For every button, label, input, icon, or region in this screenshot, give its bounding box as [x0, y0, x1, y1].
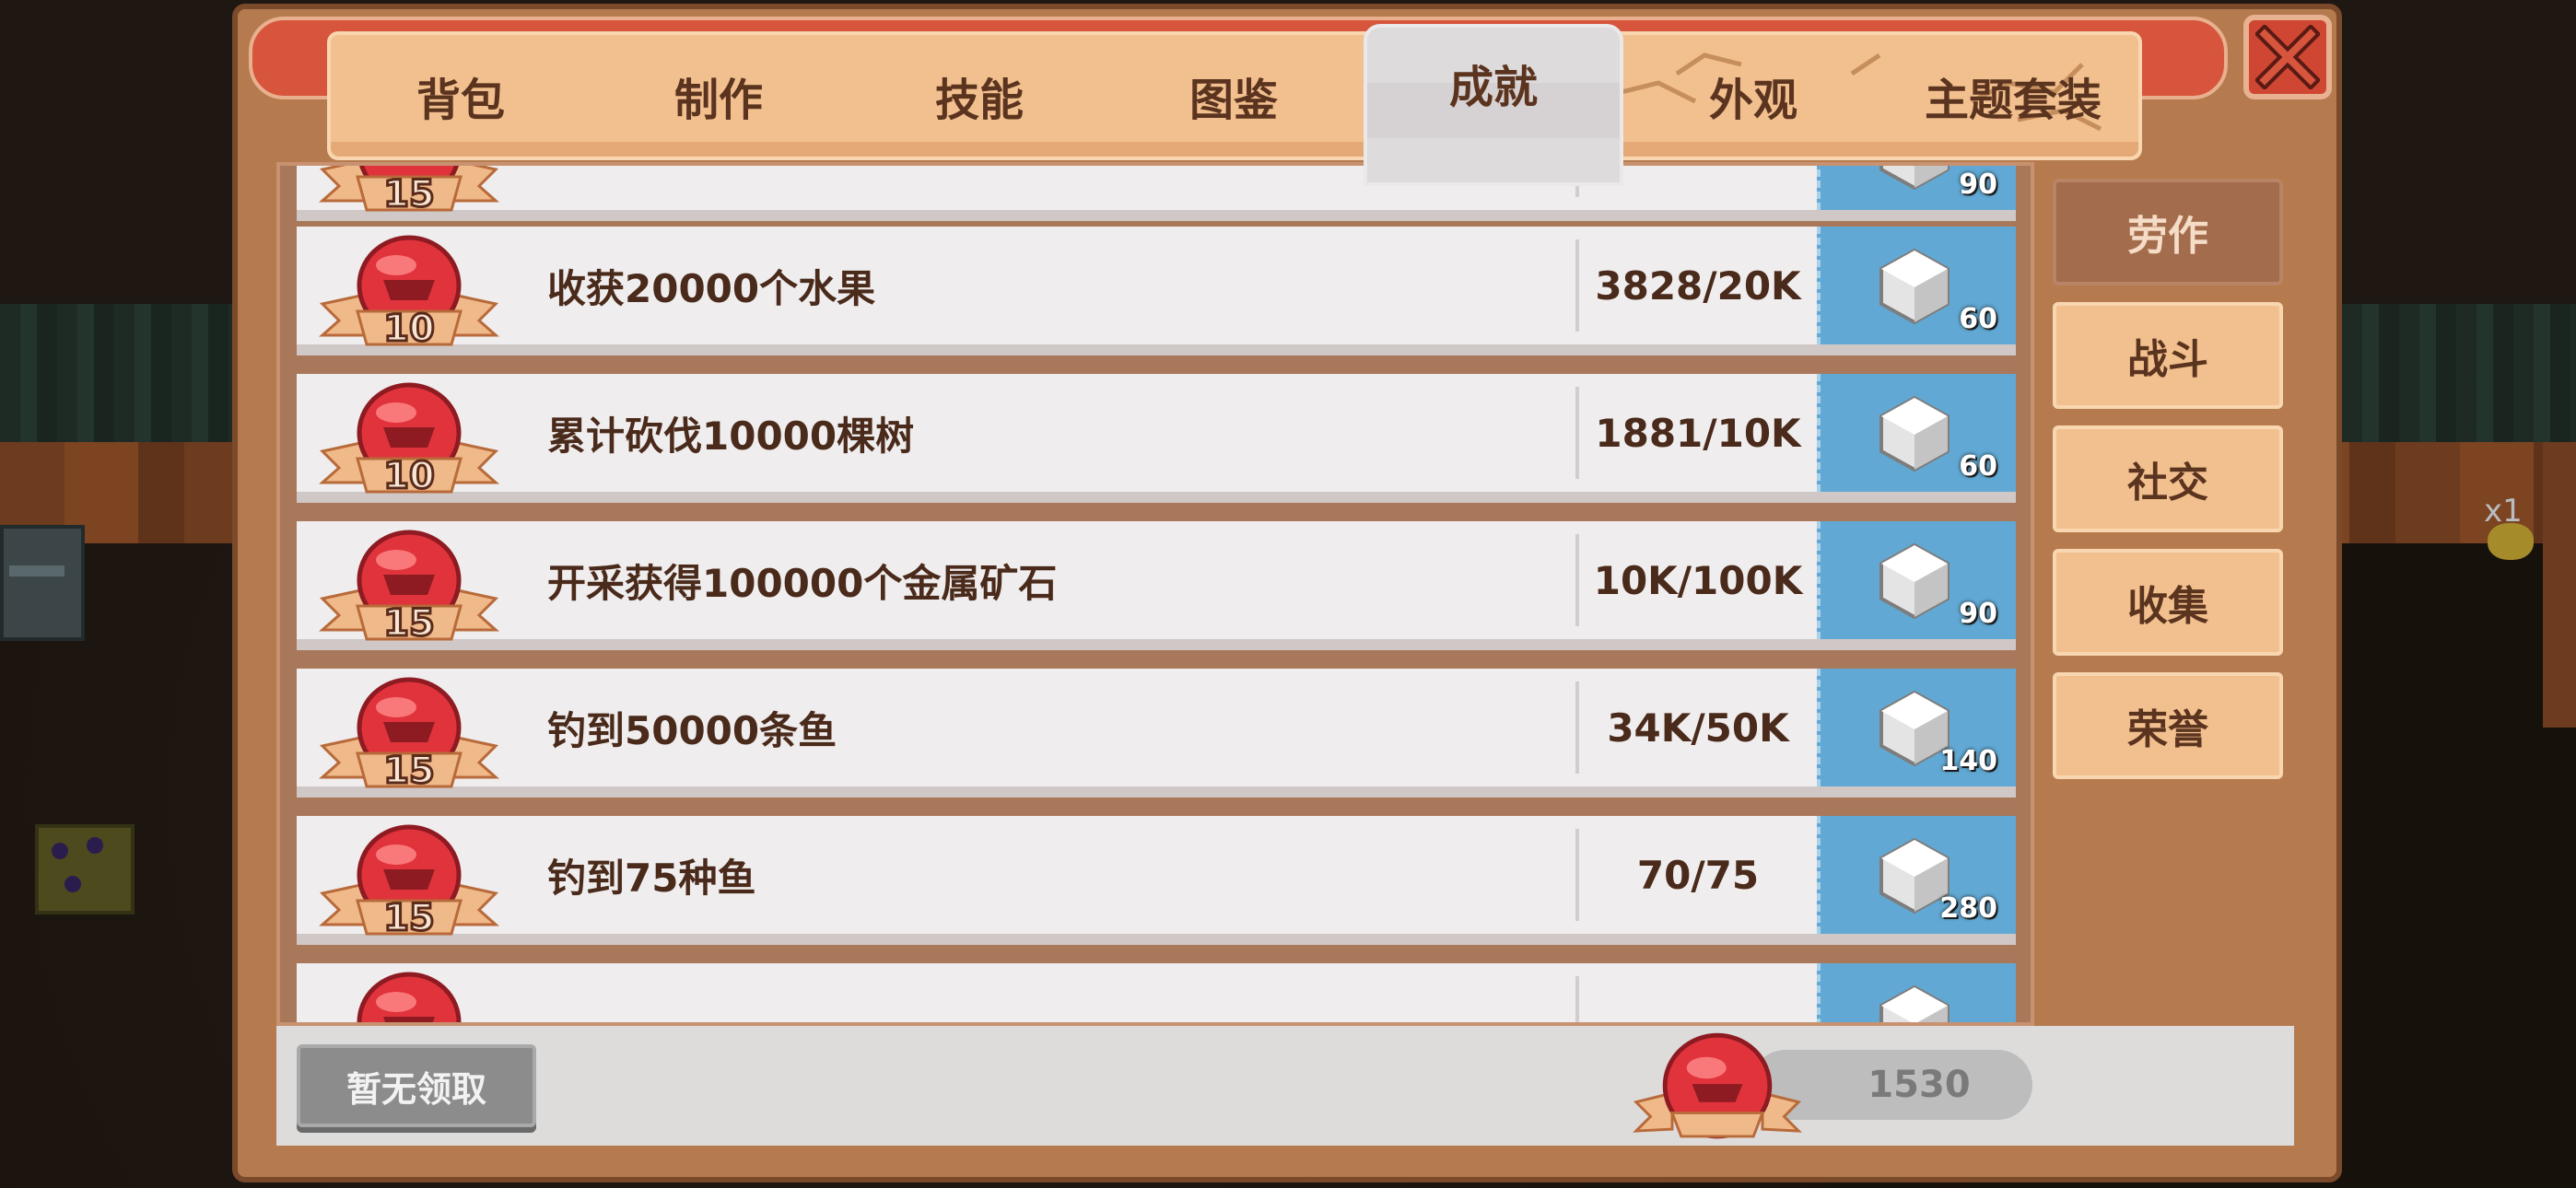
reward-amount: 60: [1959, 303, 1997, 335]
tab-label: 成就: [1448, 62, 1538, 113]
reward-amount: 90: [1959, 169, 1997, 201]
achievement-progress: 3828/20K: [1595, 262, 1801, 309]
category-honor[interactable]: 荣誉: [2053, 672, 2283, 779]
category-label: 劳作: [2127, 213, 2208, 260]
tab-achievements[interactable]: 成就: [1364, 24, 1623, 186]
close-x-icon: [2255, 25, 2320, 89]
achievement-row: [297, 963, 2016, 1022]
achievement-medal-icon: [1633, 1032, 1802, 1139]
reward-cell: 60: [1817, 374, 2016, 492]
achievement-list[interactable]: 15 90 10 收获20000个水果 3828/20K 60 10 累计砍伐1…: [276, 162, 2034, 1026]
category-collect[interactable]: 收集: [2053, 549, 2283, 656]
reward-amount: 280: [1939, 892, 1997, 925]
silver-gem-icon: [1879, 984, 1950, 1022]
achievement-row: 15 钓到75种鱼 70/75 280: [297, 816, 2016, 945]
tab-label: 制作: [673, 75, 763, 126]
achievement-progress: 1881/10K: [1595, 410, 1801, 456]
reward-cell: [1817, 963, 2016, 1022]
tab-skills[interactable]: 技能: [855, 31, 1104, 160]
achievement-progress: 70/75: [1636, 852, 1760, 898]
reward-cell: 140: [1817, 669, 2016, 786]
achievement-medal-icon: 10: [319, 235, 499, 352]
achievement-progress: 10K/100K: [1593, 557, 1803, 603]
reward-amount: 90: [1959, 598, 1997, 630]
item-count: x1: [2484, 493, 2523, 530]
tab-label: 技能: [934, 75, 1024, 126]
category-labor[interactable]: 劳作: [2053, 179, 2283, 285]
tab-label: 外观: [1708, 75, 1797, 126]
achievement-medal-icon: 15: [319, 166, 499, 217]
claim-label: 暂无领取: [345, 1068, 486, 1110]
achievement-row: 15 90: [297, 166, 2016, 221]
silver-gem-icon: [1879, 248, 1950, 325]
achievement-medal-icon: 15: [319, 824, 499, 941]
category-combat[interactable]: 战斗: [2053, 302, 2283, 409]
reward-cell: 280: [1817, 816, 2016, 934]
svg-text:10: 10: [383, 455, 435, 497]
chest-icon: [0, 525, 85, 641]
silver-gem-icon: [1879, 166, 1950, 191]
ore-block-icon: [35, 824, 135, 914]
tab-appearance[interactable]: 外观: [1629, 31, 1878, 160]
achievement-medal-icon: 15: [319, 530, 499, 646]
tab-label: 主题套装: [1924, 75, 2102, 126]
achievement-row: 10 收获20000个水果 3828/20K 60: [297, 227, 2016, 355]
close-button[interactable]: [2243, 15, 2332, 99]
silver-gem-icon: [1879, 395, 1950, 472]
achievement-row: 15 开采获得100000个金属矿石 10K/100K 90: [297, 521, 2016, 650]
tab-theme-set[interactable]: 主题套装: [1889, 31, 2137, 160]
achievement-medal-icon: 10: [319, 382, 499, 499]
total-points-value: 1530: [1868, 1064, 1971, 1106]
achievement-medal-icon: [357, 972, 462, 1022]
category-social[interactable]: 社交: [2053, 425, 2283, 532]
category-label: 收集: [2127, 583, 2208, 630]
tab-crafting[interactable]: 制作: [594, 31, 843, 160]
reward-cell: 90: [1817, 166, 2016, 210]
svg-text:15: 15: [383, 750, 435, 792]
achievement-description: 开采获得100000个金属矿石: [547, 560, 1058, 606]
achievement-row: 15 钓到50000条鱼 34K/50K 140: [297, 669, 2016, 798]
reward-cell: 90: [1817, 521, 2016, 639]
achievement-medal-icon: 15: [319, 677, 499, 794]
category-label: 社交: [2127, 460, 2208, 507]
svg-text:15: 15: [383, 173, 435, 215]
claim-button[interactable]: 暂无领取: [297, 1044, 536, 1127]
achievement-progress: [1579, 963, 1817, 1022]
reward-amount: 140: [1939, 745, 1997, 777]
tab-label: 背包: [416, 75, 505, 126]
achievement-row: 10 累计砍伐10000棵树 1881/10K 60: [297, 374, 2016, 503]
tab-collection[interactable]: 图鉴: [1109, 31, 1358, 160]
achievement-description: 钓到50000条鱼: [547, 707, 837, 753]
tab-backpack[interactable]: 背包: [336, 31, 585, 160]
achievement-progress: 34K/50K: [1607, 705, 1789, 751]
category-label: 荣誉: [2127, 706, 2208, 753]
svg-text:10: 10: [383, 308, 435, 350]
svg-text:15: 15: [383, 602, 435, 645]
achievement-description: 钓到75种鱼: [547, 855, 756, 901]
tab-label: 图鉴: [1188, 75, 1278, 126]
svg-text:15: 15: [383, 897, 435, 939]
achievement-description: 累计砍伐10000棵树: [547, 413, 915, 459]
silver-gem-icon: [1879, 542, 1950, 620]
reward-cell: 60: [1817, 227, 2016, 344]
achievement-description: 收获20000个水果: [547, 265, 876, 311]
category-label: 战斗: [2127, 336, 2208, 383]
reward-amount: 60: [1959, 450, 1997, 483]
